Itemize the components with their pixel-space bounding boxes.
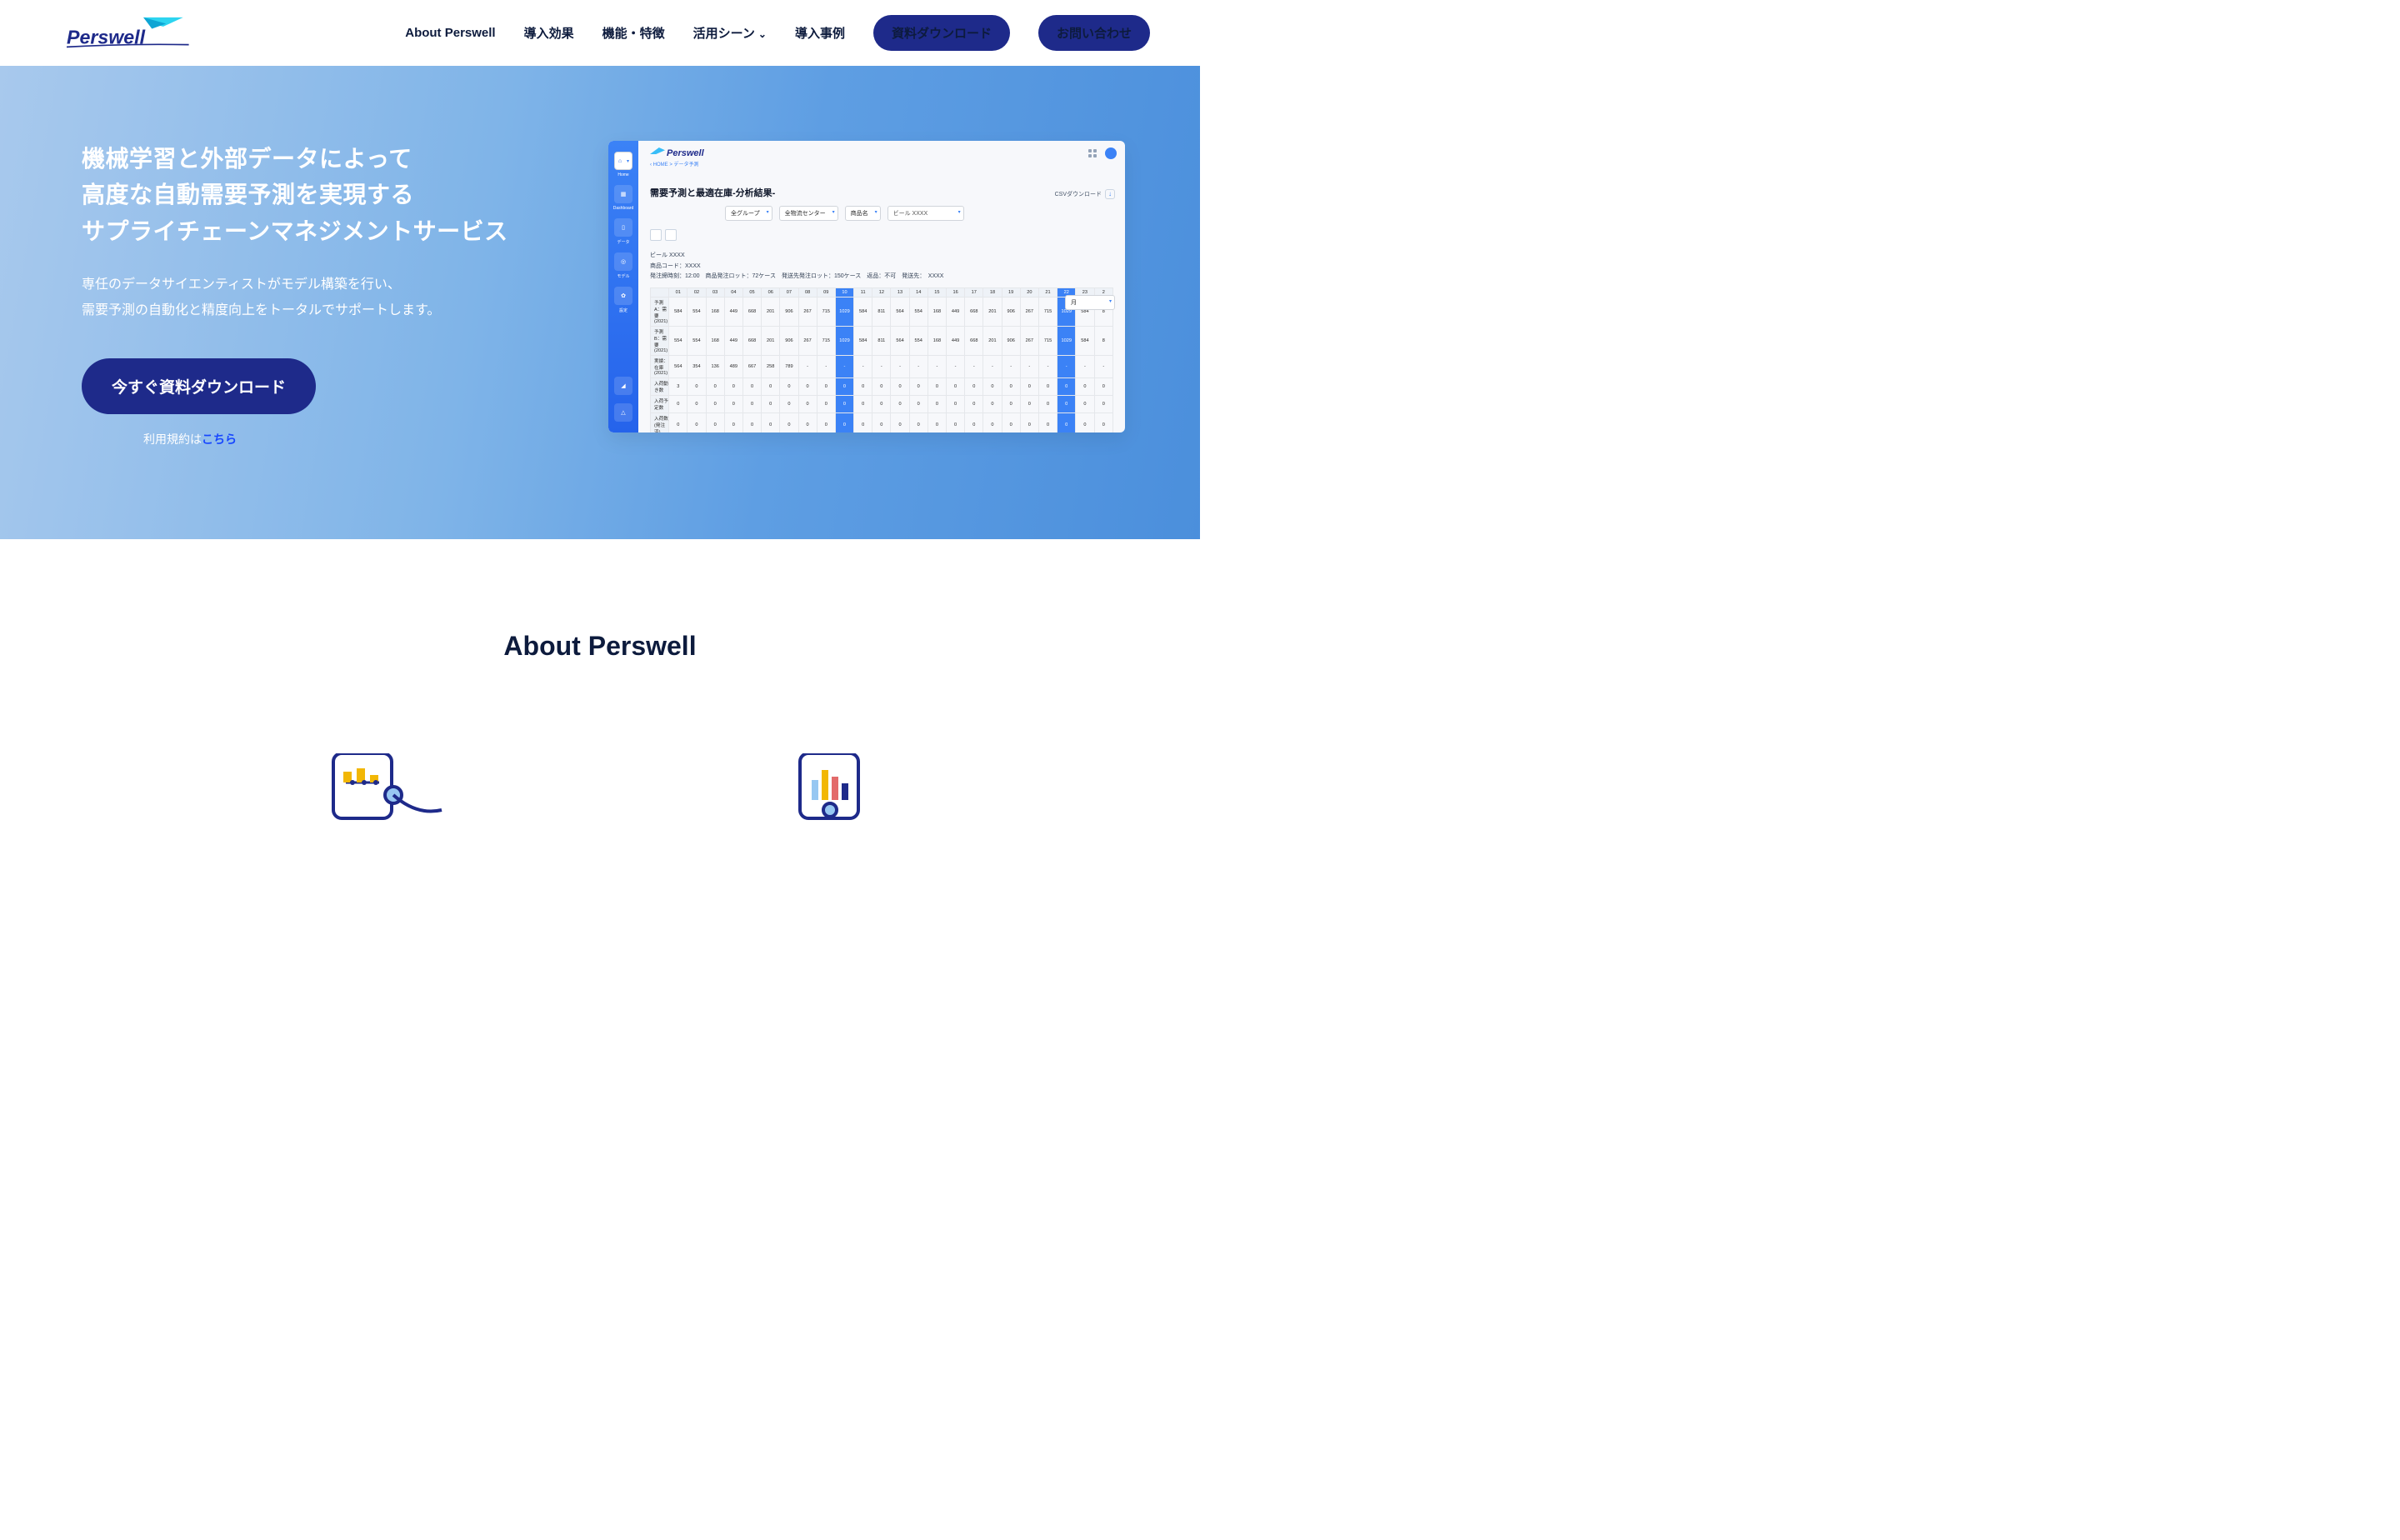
terms-prefix: 利用規約は [143, 432, 202, 446]
about-title: About Perswell [0, 631, 1200, 662]
hero-section: 機械学習と外部データによって 高度な自動需要予測を実現する サプライチェーンマネ… [0, 66, 1200, 539]
hero-p-line1: 専任のデータサイエンティストがモデル構築を行い、 [82, 278, 401, 292]
sidebar-model-icon[interactable]: ◎ [614, 252, 632, 271]
hero-headline: 機械学習と外部データによって 高度な自動需要予測を実現する サプライチェーンマネ… [82, 141, 600, 249]
sidebar-model-label: モデル [617, 273, 629, 279]
product-code-value: XXXX [685, 263, 701, 269]
period-select[interactable]: 月 [1065, 295, 1115, 310]
breadcrumb: ‹ HOME > データ予測 [650, 160, 1113, 168]
grid-view-icon[interactable] [650, 229, 662, 241]
contact-button[interactable]: お問い合わせ [1038, 15, 1150, 51]
hero-p-line2: 需要予測の自動化と精度向上をトータルでサポートします。 [82, 303, 440, 318]
nav-effect[interactable]: 導入効果 [524, 24, 574, 42]
download-button[interactable]: 資料ダウンロード [873, 15, 1010, 51]
illustration-right [750, 753, 917, 820]
csv-download-label: CSVダウンロード [1055, 192, 1102, 198]
about-section: About Perswell [0, 539, 1200, 820]
app-title: 需要予測と最適在庫-分析結果- [650, 186, 1113, 199]
sidebar-data-icon[interactable]: ▯ [614, 218, 632, 237]
illustration-left [283, 753, 450, 820]
nav-feature[interactable]: 機能・特徴 [602, 24, 665, 42]
sidebar-data-label: データ [617, 239, 629, 245]
illustration-row [0, 753, 1200, 820]
sidebar-chart-icon[interactable]: ◢ [614, 377, 632, 395]
hero-cta-button[interactable]: 今すぐ資料ダウンロード [82, 358, 316, 414]
breadcrumb-current: データ予測 [674, 162, 699, 168]
calendar-toggle [650, 229, 1113, 241]
site-header: Perswell About Perswell 導入効果 機能・特徴 活用シーン… [0, 0, 1200, 66]
sidebar-dashboard-label: Dashboard [613, 206, 633, 211]
sidebar-dashboard-icon[interactable]: ▦ [614, 185, 632, 203]
product-info-line: 発注締時刻：12:00 商品発注ロット：72ケース 発送先発注ロット：150ケー… [650, 272, 1113, 282]
filter-group[interactable]: 全グループ [725, 206, 772, 221]
hero-h1-line3: サプライチェーンマネジメントサービス [82, 218, 508, 244]
product-name: ビール XXXX [650, 251, 1113, 262]
product-code: 商品コード：XXXX [650, 262, 1113, 272]
sidebar-settings-label: 設定 [619, 308, 628, 313]
main-nav: About Perswell 導入効果 機能・特徴 活用シーン⌄ 導入事例 資料… [405, 15, 1150, 51]
sidebar-home-label: Home [618, 172, 628, 178]
calendar-icon[interactable] [665, 229, 677, 241]
breadcrumb-separator: > [669, 162, 672, 168]
hero-h1-line1: 機械学習と外部データによって [82, 146, 412, 172]
app-menu-icon[interactable] [1088, 149, 1097, 158]
hero-screenshot: ⌂ Home ▦ Dashboard ▯ データ ◎ モデル ✿ 設定 ◢ △ … [600, 141, 1200, 448]
terms-line: 利用規約はこちら [82, 431, 298, 448]
hero-subtext: 専任のデータサイエンティストがモデル構築を行い、 需要予測の自動化と精度向上をト… [82, 272, 600, 323]
chevron-down-icon: ⌄ [758, 28, 767, 40]
sidebar-settings-icon[interactable]: ✿ [614, 287, 632, 305]
filter-row: 全グループ 全物流センター 商品名 ビール XXXX [725, 206, 1113, 221]
download-icon: ↓ [1105, 189, 1115, 199]
terms-link[interactable]: こちら [202, 432, 237, 446]
filter-product[interactable]: 商品名 [845, 206, 881, 221]
nav-about[interactable]: About Perswell [405, 26, 495, 40]
forecast-table: 0102030405060708091011121314151617181920… [650, 288, 1113, 432]
hero-copy: 機械学習と外部データによって 高度な自動需要予測を実現する サプライチェーンマネ… [0, 141, 600, 448]
sidebar-home-icon[interactable]: ⌂ [614, 152, 632, 170]
product-code-label: 商品コード： [650, 263, 685, 269]
app-preview: ⌂ Home ▦ Dashboard ▯ データ ◎ モデル ✿ 設定 ◢ △ … [608, 141, 1125, 432]
hero-h1-line2: 高度な自動需要予測を実現する [82, 182, 414, 208]
app-main: Perswell ‹ HOME > データ予測 需要予測と最適在庫-分析結果- … [638, 141, 1125, 432]
breadcrumb-home[interactable]: HOME [653, 162, 668, 168]
filter-value[interactable]: ビール XXXX [888, 206, 964, 221]
app-sidebar: ⌂ Home ▦ Dashboard ▯ データ ◎ モデル ✿ 設定 ◢ △ [608, 141, 638, 432]
product-meta: ビール XXXX 商品コード：XXXX 発注締時刻：12:00 商品発注ロット：… [650, 251, 1113, 282]
sidebar-bell-icon[interactable]: △ [614, 403, 632, 422]
csv-download[interactable]: CSVダウンロード↓ [1055, 189, 1115, 199]
app-logo: Perswell [650, 148, 1113, 158]
avatar[interactable] [1105, 148, 1117, 159]
filter-center[interactable]: 全物流センター [779, 206, 838, 221]
site-logo[interactable]: Perswell [67, 16, 192, 51]
nav-scene-label: 活用シーン [693, 27, 755, 41]
nav-scene[interactable]: 活用シーン⌄ [693, 24, 767, 42]
nav-cases[interactable]: 導入事例 [795, 24, 845, 42]
period-select-wrap: 月 [1065, 295, 1115, 310]
